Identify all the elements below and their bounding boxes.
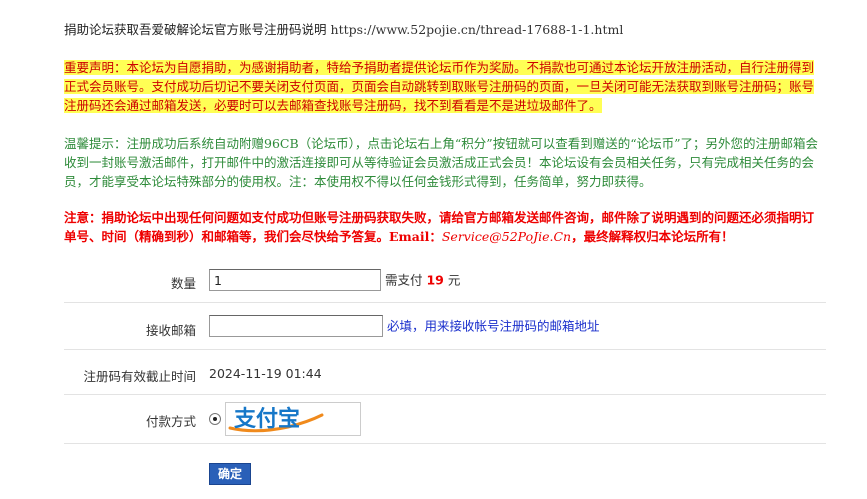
quantity-row: 数量 需支付 19 元 [64, 257, 826, 303]
warning-notice: 注意：捐助论坛中出现任何问题如支付成功但账号注册码获取失败，请给官方邮箱发送邮件… [64, 208, 826, 246]
important-notice: 重要声明：本论坛为自愿捐助，为感谢捐助者，特给予捐助者提供论坛币作为奖励。不捐款… [64, 58, 826, 115]
page-header: 捐助论坛获取吾爱破解论坛官方账号注册码说明 https://www.52pojie… [64, 19, 623, 38]
email-hint: 必填，用来接收帐号注册码的邮箱地址 [386, 318, 600, 334]
alipay-radio[interactable] [209, 413, 221, 425]
submit-button[interactable]: 确定 [209, 463, 252, 485]
payment-row: 付款方式 支付宝 [64, 395, 826, 444]
quantity-input[interactable] [209, 269, 381, 291]
support-email: Service@52PoJie.Cn [441, 229, 572, 244]
email-label: 接收邮箱 [145, 323, 196, 338]
warning-tail: ，最终解释权归本论坛所有！ [571, 229, 734, 244]
quantity-label: 数量 [170, 276, 196, 291]
alipay-logo-icon: 支付宝 [228, 406, 324, 433]
expiry-row: 注册码有效截止时间 2024-11-19 01:44 [64, 350, 826, 395]
email-input[interactable] [209, 315, 383, 337]
thread-link[interactable]: https://www.52pojie.cn/thread-17688-1-1.… [331, 22, 624, 37]
expiry-label: 注册码有效截止时间 [83, 369, 196, 384]
alipay-logo[interactable]: 支付宝 [224, 402, 361, 436]
pay-prefix: 需支付 [384, 272, 423, 288]
tip-text: 温馨提示：注册成功后系统自动附赠96CB（论坛币），点击论坛右上角“积分”按钮就… [64, 136, 818, 189]
price-value: 19 [426, 272, 444, 288]
expiry-value: 2024-11-19 01:44 [209, 366, 322, 381]
email-row: 接收邮箱 必填，用来接收帐号注册码的邮箱地址 [64, 303, 826, 350]
purchase-form: 数量 需支付 19 元 接收邮箱 必填，用来接收帐号注册码的邮箱地址 注册码有效… [64, 257, 826, 485]
page-title: 捐助论坛获取吾爱破解论坛官方账号注册码说明 [64, 22, 327, 37]
price-unit: 元 [447, 272, 461, 288]
alipay-logo-text: 支付宝 [234, 406, 300, 432]
notice-text: 重要声明：本论坛为自愿捐助，为感谢捐助者，特给予捐助者提供论坛币作为奖励。不捐款… [64, 60, 815, 113]
payment-label: 付款方式 [145, 414, 196, 429]
